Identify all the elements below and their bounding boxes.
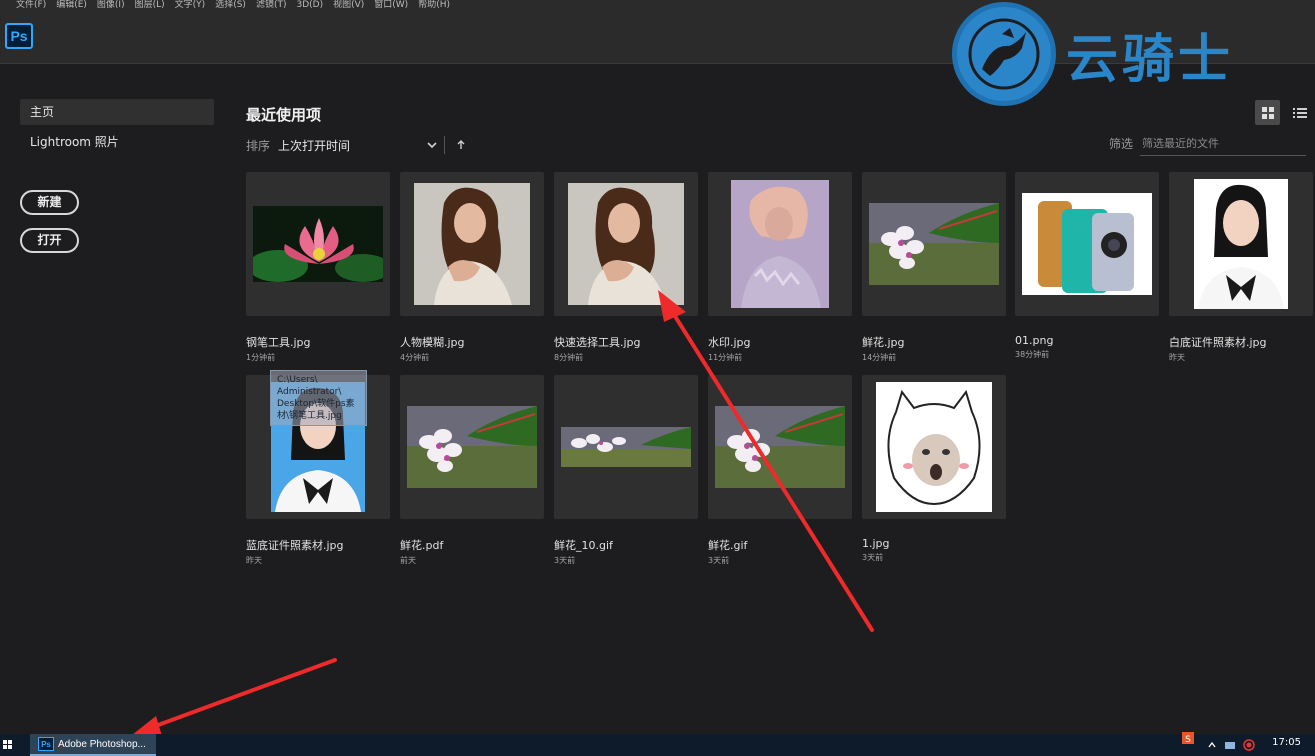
file-name: 人物模糊.jpg xyxy=(400,336,465,349)
file-thumbnail[interactable] xyxy=(708,172,852,316)
recent-file-card[interactable]: 钢笔工具.jpg 1分钟前 xyxy=(246,172,390,363)
recent-file-card[interactable]: 鲜花.pdf 前天 xyxy=(400,375,544,566)
grid-view-icon[interactable] xyxy=(1255,100,1280,125)
menu-item[interactable]: 3D(D) xyxy=(291,0,328,11)
file-name: 鲜花_10.gif xyxy=(554,539,613,552)
chevron-up-icon[interactable] xyxy=(1207,739,1217,751)
ime-icon[interactable]: S xyxy=(1182,732,1194,744)
file-thumbnail[interactable] xyxy=(554,375,698,519)
sort-label: 排序 xyxy=(246,138,271,153)
list-view-icon[interactable] xyxy=(1287,100,1312,125)
file-thumbnail[interactable] xyxy=(400,172,544,316)
open-button[interactable]: 打开 xyxy=(20,228,79,253)
photoshop-logo[interactable]: Ps xyxy=(5,23,33,49)
file-time: 1分钟前 xyxy=(246,353,276,362)
file-time: 3天前 xyxy=(554,556,576,565)
sidebar-item-lightroom[interactable]: Lightroom 照片 xyxy=(20,129,214,155)
menu-bar: 文件(F) 编辑(E) 图像(I) 图层(L) 文字(Y) 选择(S) 滤镜(T) 3D(D)… xyxy=(0,0,1315,11)
file-name: 白底证件照素材.jpg xyxy=(1169,336,1267,349)
file-thumbnail[interactable] xyxy=(400,375,544,519)
recent-file-card[interactable]: 1.jpg 3天前 xyxy=(862,375,1006,563)
file-thumbnail[interactable] xyxy=(554,172,698,316)
file-time: 8分钟前 xyxy=(554,353,584,362)
file-thumbnail[interactable] xyxy=(246,172,390,316)
recent-file-card[interactable]: 鲜花_10.gif 3天前 xyxy=(554,375,698,566)
file-time: 14分钟前 xyxy=(862,353,897,362)
sort-ascending-icon[interactable] xyxy=(455,139,467,151)
file-time: 前天 xyxy=(400,556,416,565)
file-time: 3天前 xyxy=(862,553,884,562)
menu-item[interactable]: 帮助(H) xyxy=(413,0,455,11)
tooltip-line: Administrator\ xyxy=(277,387,342,397)
menu-item[interactable]: 文字(Y) xyxy=(170,0,211,11)
menu-item[interactable]: 滤镜(T) xyxy=(251,0,292,11)
recent-file-card[interactable]: 鲜花.jpg 14分钟前 xyxy=(862,172,1006,363)
sort-dropdown[interactable]: 上次打开时间 xyxy=(278,137,424,154)
taskbar-app-label: Adobe Photoshop... xyxy=(58,738,146,750)
menu-item[interactable]: 文件(F) xyxy=(0,0,51,11)
recent-file-card[interactable]: 01.png 38分钟前 xyxy=(1015,172,1159,360)
clock[interactable]: 17:05 xyxy=(1272,737,1301,748)
tooltip-line: 材\钢笔工具.jpg xyxy=(277,411,342,421)
recent-file-card[interactable]: 水印.jpg 11分钟前 xyxy=(708,172,852,363)
file-time: 昨天 xyxy=(1169,353,1185,362)
page-title: 最近使用项 xyxy=(246,106,322,124)
photoshop-icon: Ps xyxy=(38,737,54,751)
file-thumbnail[interactable] xyxy=(1169,172,1313,316)
file-time: 4分钟前 xyxy=(400,353,430,362)
taskbar-photoshop-button[interactable]: Ps Adobe Photoshop... xyxy=(30,734,156,756)
tooltip-line: Desktop\软件ps素 xyxy=(277,399,355,409)
file-time: 11分钟前 xyxy=(708,353,743,362)
new-button[interactable]: 新建 xyxy=(20,190,79,215)
arrow-to-taskbar-icon xyxy=(132,658,337,736)
sidebar-item-home[interactable]: 主页 xyxy=(20,99,214,125)
file-name: 01.png xyxy=(1015,334,1054,347)
file-name: 快速选择工具.jpg xyxy=(554,336,641,349)
file-thumbnail[interactable] xyxy=(862,375,1006,519)
network-icon[interactable] xyxy=(1224,739,1236,751)
svg-text:S: S xyxy=(1185,735,1191,744)
file-name: 钢笔工具.jpg xyxy=(246,336,311,349)
file-thumbnail[interactable] xyxy=(862,172,1006,316)
recent-file-card[interactable]: 白底证件照素材.jpg 昨天 xyxy=(1169,172,1313,363)
menu-item[interactable]: 图像(I) xyxy=(92,0,130,11)
file-thumbnail[interactable] xyxy=(708,375,852,519)
windows-start-icon[interactable] xyxy=(3,740,13,750)
menu-item[interactable]: 窗口(W) xyxy=(369,0,413,11)
file-thumbnail[interactable] xyxy=(1015,172,1159,316)
file-time: 38分钟前 xyxy=(1015,350,1050,359)
chevron-down-icon[interactable] xyxy=(424,137,440,153)
recent-file-card[interactable]: 快速选择工具.jpg 8分钟前 xyxy=(554,172,698,363)
file-name: 蓝底证件照素材.jpg xyxy=(246,539,344,552)
tooltip-line: C:\Users\ xyxy=(277,375,318,385)
filter-input[interactable] xyxy=(1140,132,1306,156)
file-name: 鲜花.gif xyxy=(708,539,748,552)
app-header: Ps xyxy=(0,11,1315,64)
filter-label: 筛选 xyxy=(1109,137,1134,151)
file-name: 鲜花.pdf xyxy=(400,539,444,552)
menu-item[interactable]: 选择(S) xyxy=(210,0,251,11)
file-path-tooltip: C:\Users\ Administrator\ Desktop\软件ps素 材… xyxy=(270,370,367,426)
file-time: 昨天 xyxy=(246,556,262,565)
file-name: 水印.jpg xyxy=(708,336,751,349)
record-icon[interactable] xyxy=(1243,739,1255,751)
menu-item[interactable]: 图层(L) xyxy=(130,0,170,11)
file-time: 3天前 xyxy=(708,556,730,565)
recent-file-card[interactable]: 人物模糊.jpg 4分钟前 xyxy=(400,172,544,363)
menu-item[interactable]: 编辑(E) xyxy=(51,0,92,11)
divider xyxy=(444,136,446,154)
sort-bar: 排序 上次打开时间 xyxy=(246,136,467,154)
taskbar: Ps Adobe Photoshop... S 17:05 xyxy=(0,732,1315,756)
file-name: 鲜花.jpg xyxy=(862,336,905,349)
file-name: 1.jpg xyxy=(862,537,890,550)
recent-file-card[interactable]: 鲜花.gif 3天前 xyxy=(708,375,852,566)
menu-item[interactable]: 视图(V) xyxy=(328,0,369,11)
